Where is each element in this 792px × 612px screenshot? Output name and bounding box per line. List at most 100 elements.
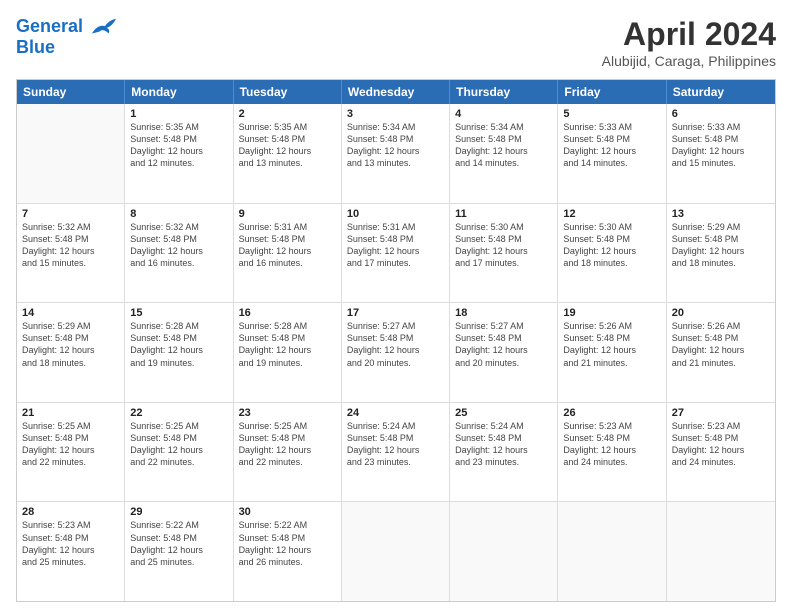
- cal-cell: 25Sunrise: 5:24 AM Sunset: 5:48 PM Dayli…: [450, 403, 558, 502]
- day-number: 18: [455, 307, 552, 319]
- cal-header-tuesday: Tuesday: [234, 80, 342, 104]
- cal-cell: 15Sunrise: 5:28 AM Sunset: 5:48 PM Dayli…: [125, 303, 233, 402]
- cal-cell: [450, 502, 558, 601]
- day-info: Sunrise: 5:34 AM Sunset: 5:48 PM Dayligh…: [455, 121, 552, 170]
- day-info: Sunrise: 5:28 AM Sunset: 5:48 PM Dayligh…: [239, 320, 336, 369]
- cal-cell: 11Sunrise: 5:30 AM Sunset: 5:48 PM Dayli…: [450, 204, 558, 303]
- calendar-header: SundayMondayTuesdayWednesdayThursdayFrid…: [17, 80, 775, 104]
- day-number: 1: [130, 108, 227, 120]
- cal-cell: 29Sunrise: 5:22 AM Sunset: 5:48 PM Dayli…: [125, 502, 233, 601]
- day-info: Sunrise: 5:24 AM Sunset: 5:48 PM Dayligh…: [347, 420, 444, 469]
- cal-cell: 9Sunrise: 5:31 AM Sunset: 5:48 PM Daylig…: [234, 204, 342, 303]
- cal-cell: 6Sunrise: 5:33 AM Sunset: 5:48 PM Daylig…: [667, 104, 775, 203]
- day-info: Sunrise: 5:28 AM Sunset: 5:48 PM Dayligh…: [130, 320, 227, 369]
- day-info: Sunrise: 5:31 AM Sunset: 5:48 PM Dayligh…: [347, 221, 444, 270]
- day-info: Sunrise: 5:29 AM Sunset: 5:48 PM Dayligh…: [22, 320, 119, 369]
- cal-cell: 26Sunrise: 5:23 AM Sunset: 5:48 PM Dayli…: [558, 403, 666, 502]
- cal-header-monday: Monday: [125, 80, 233, 104]
- logo-bird-icon: [90, 16, 118, 38]
- day-number: 10: [347, 208, 444, 220]
- cal-cell: [558, 502, 666, 601]
- day-info: Sunrise: 5:31 AM Sunset: 5:48 PM Dayligh…: [239, 221, 336, 270]
- day-number: 23: [239, 407, 336, 419]
- cal-cell: 17Sunrise: 5:27 AM Sunset: 5:48 PM Dayli…: [342, 303, 450, 402]
- day-info: Sunrise: 5:27 AM Sunset: 5:48 PM Dayligh…: [455, 320, 552, 369]
- day-info: Sunrise: 5:27 AM Sunset: 5:48 PM Dayligh…: [347, 320, 444, 369]
- day-number: 11: [455, 208, 552, 220]
- day-number: 27: [672, 407, 770, 419]
- cal-cell: [17, 104, 125, 203]
- day-info: Sunrise: 5:33 AM Sunset: 5:48 PM Dayligh…: [563, 121, 660, 170]
- day-info: Sunrise: 5:26 AM Sunset: 5:48 PM Dayligh…: [672, 320, 770, 369]
- cal-cell: 22Sunrise: 5:25 AM Sunset: 5:48 PM Dayli…: [125, 403, 233, 502]
- day-info: Sunrise: 5:32 AM Sunset: 5:48 PM Dayligh…: [130, 221, 227, 270]
- cal-cell: 21Sunrise: 5:25 AM Sunset: 5:48 PM Dayli…: [17, 403, 125, 502]
- day-number: 12: [563, 208, 660, 220]
- day-info: Sunrise: 5:32 AM Sunset: 5:48 PM Dayligh…: [22, 221, 119, 270]
- day-info: Sunrise: 5:22 AM Sunset: 5:48 PM Dayligh…: [239, 519, 336, 568]
- page: General Blue April 2024 Alubijid, Caraga…: [0, 0, 792, 612]
- day-number: 22: [130, 407, 227, 419]
- cal-cell: 24Sunrise: 5:24 AM Sunset: 5:48 PM Dayli…: [342, 403, 450, 502]
- day-number: 5: [563, 108, 660, 120]
- cal-cell: 5Sunrise: 5:33 AM Sunset: 5:48 PM Daylig…: [558, 104, 666, 203]
- day-number: 8: [130, 208, 227, 220]
- cal-week-4: 21Sunrise: 5:25 AM Sunset: 5:48 PM Dayli…: [17, 403, 775, 503]
- cal-cell: 27Sunrise: 5:23 AM Sunset: 5:48 PM Dayli…: [667, 403, 775, 502]
- day-info: Sunrise: 5:35 AM Sunset: 5:48 PM Dayligh…: [130, 121, 227, 170]
- subtitle: Alubijid, Caraga, Philippines: [602, 53, 776, 69]
- day-number: 7: [22, 208, 119, 220]
- cal-header-sunday: Sunday: [17, 80, 125, 104]
- calendar-body: 1Sunrise: 5:35 AM Sunset: 5:48 PM Daylig…: [17, 104, 775, 601]
- cal-header-saturday: Saturday: [667, 80, 775, 104]
- day-info: Sunrise: 5:30 AM Sunset: 5:48 PM Dayligh…: [455, 221, 552, 270]
- title-block: April 2024 Alubijid, Caraga, Philippines: [602, 16, 776, 69]
- logo: General Blue: [16, 16, 118, 58]
- day-number: 29: [130, 506, 227, 518]
- cal-cell: 30Sunrise: 5:22 AM Sunset: 5:48 PM Dayli…: [234, 502, 342, 601]
- cal-cell: 19Sunrise: 5:26 AM Sunset: 5:48 PM Dayli…: [558, 303, 666, 402]
- cal-cell: [667, 502, 775, 601]
- calendar: SundayMondayTuesdayWednesdayThursdayFrid…: [16, 79, 776, 602]
- day-number: 28: [22, 506, 119, 518]
- day-number: 15: [130, 307, 227, 319]
- day-number: 25: [455, 407, 552, 419]
- day-number: 9: [239, 208, 336, 220]
- cal-cell: 16Sunrise: 5:28 AM Sunset: 5:48 PM Dayli…: [234, 303, 342, 402]
- cal-cell: 13Sunrise: 5:29 AM Sunset: 5:48 PM Dayli…: [667, 204, 775, 303]
- logo-text: General Blue: [16, 16, 118, 58]
- day-info: Sunrise: 5:30 AM Sunset: 5:48 PM Dayligh…: [563, 221, 660, 270]
- day-number: 2: [239, 108, 336, 120]
- cal-cell: 7Sunrise: 5:32 AM Sunset: 5:48 PM Daylig…: [17, 204, 125, 303]
- day-number: 16: [239, 307, 336, 319]
- day-info: Sunrise: 5:26 AM Sunset: 5:48 PM Dayligh…: [563, 320, 660, 369]
- day-info: Sunrise: 5:23 AM Sunset: 5:48 PM Dayligh…: [563, 420, 660, 469]
- cal-week-5: 28Sunrise: 5:23 AM Sunset: 5:48 PM Dayli…: [17, 502, 775, 601]
- cal-week-2: 7Sunrise: 5:32 AM Sunset: 5:48 PM Daylig…: [17, 204, 775, 304]
- cal-cell: 20Sunrise: 5:26 AM Sunset: 5:48 PM Dayli…: [667, 303, 775, 402]
- cal-header-thursday: Thursday: [450, 80, 558, 104]
- day-number: 21: [22, 407, 119, 419]
- cal-cell: 2Sunrise: 5:35 AM Sunset: 5:48 PM Daylig…: [234, 104, 342, 203]
- cal-cell: 28Sunrise: 5:23 AM Sunset: 5:48 PM Dayli…: [17, 502, 125, 601]
- day-info: Sunrise: 5:33 AM Sunset: 5:48 PM Dayligh…: [672, 121, 770, 170]
- cal-cell: 10Sunrise: 5:31 AM Sunset: 5:48 PM Dayli…: [342, 204, 450, 303]
- day-info: Sunrise: 5:23 AM Sunset: 5:48 PM Dayligh…: [672, 420, 770, 469]
- cal-cell: 1Sunrise: 5:35 AM Sunset: 5:48 PM Daylig…: [125, 104, 233, 203]
- day-number: 19: [563, 307, 660, 319]
- day-number: 20: [672, 307, 770, 319]
- header: General Blue April 2024 Alubijid, Caraga…: [16, 16, 776, 69]
- cal-week-1: 1Sunrise: 5:35 AM Sunset: 5:48 PM Daylig…: [17, 104, 775, 204]
- day-info: Sunrise: 5:29 AM Sunset: 5:48 PM Dayligh…: [672, 221, 770, 270]
- day-number: 4: [455, 108, 552, 120]
- day-number: 14: [22, 307, 119, 319]
- cal-header-wednesday: Wednesday: [342, 80, 450, 104]
- cal-cell: 8Sunrise: 5:32 AM Sunset: 5:48 PM Daylig…: [125, 204, 233, 303]
- day-number: 30: [239, 506, 336, 518]
- cal-header-friday: Friday: [558, 80, 666, 104]
- day-info: Sunrise: 5:34 AM Sunset: 5:48 PM Dayligh…: [347, 121, 444, 170]
- day-number: 3: [347, 108, 444, 120]
- cal-cell: 3Sunrise: 5:34 AM Sunset: 5:48 PM Daylig…: [342, 104, 450, 203]
- cal-cell: 12Sunrise: 5:30 AM Sunset: 5:48 PM Dayli…: [558, 204, 666, 303]
- cal-week-3: 14Sunrise: 5:29 AM Sunset: 5:48 PM Dayli…: [17, 303, 775, 403]
